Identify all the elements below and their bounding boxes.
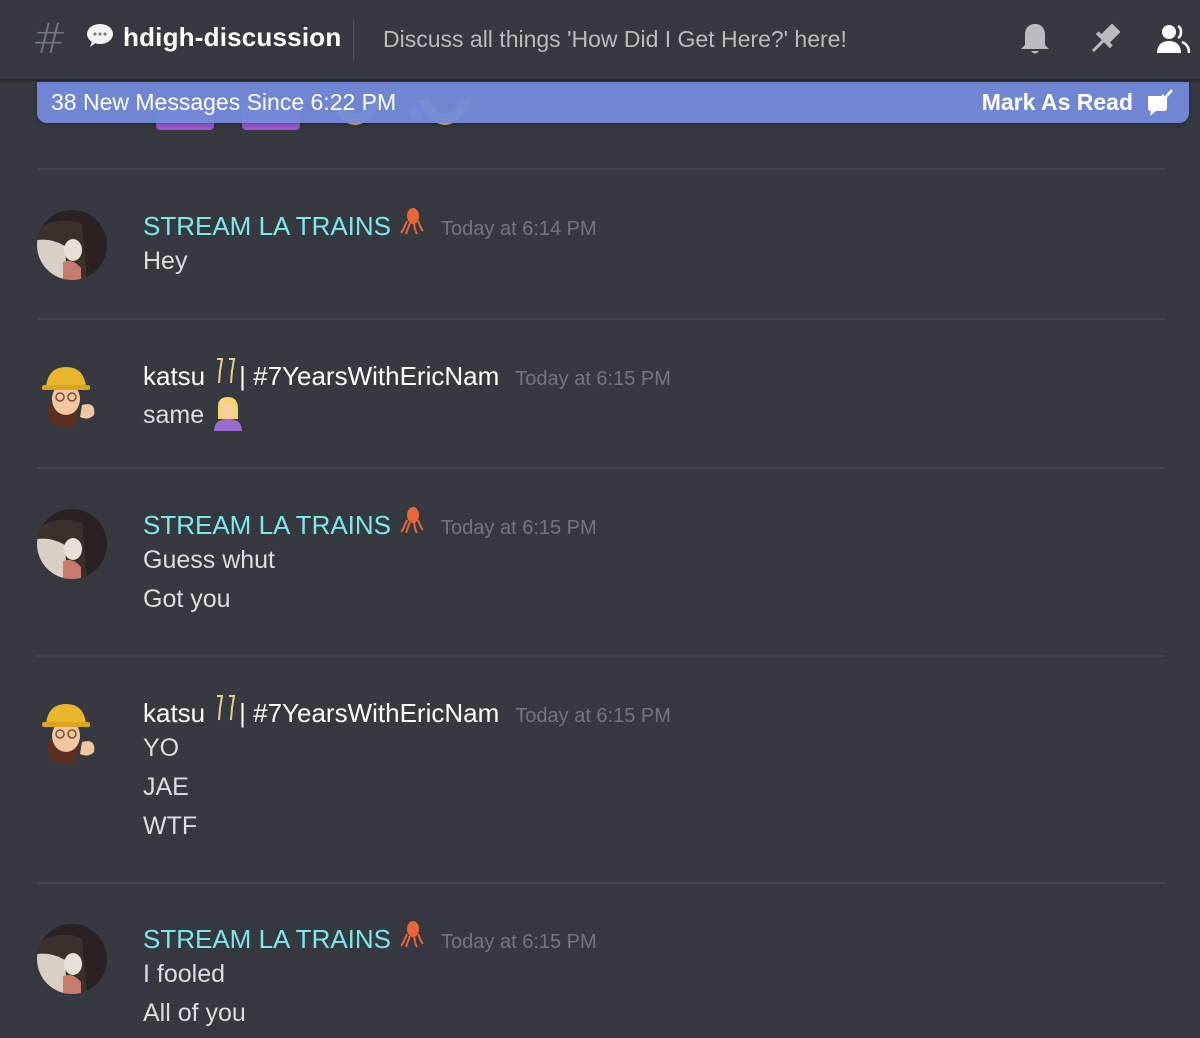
message-header: STREAM LA TRAINS Today at 6:15 PM — [143, 920, 597, 955]
channel-topic[interactable]: Discuss all things 'How Did I Get Here?'… — [383, 26, 847, 53]
champagne-glasses-icon — [217, 695, 236, 721]
message-divider — [37, 467, 1165, 469]
new-messages-banner[interactable]: 38 New Messages Since 6:22 PM Mark As Re… — [37, 82, 1189, 123]
new-messages-text[interactable]: 38 New Messages Since 6:22 PM — [51, 89, 396, 116]
bell-icon[interactable] — [1016, 20, 1054, 58]
username[interactable]: STREAM LA TRAINS — [143, 510, 391, 541]
message-text: All of you — [143, 999, 246, 1027]
username[interactable]: STREAM LA TRAINS — [143, 211, 391, 242]
squid-icon — [400, 507, 424, 534]
message-header: STREAM LA TRAINS Today at 6:14 PM — [143, 207, 597, 242]
avatar[interactable] — [37, 210, 107, 280]
timestamp: Today at 6:15 PM — [515, 705, 671, 727]
username[interactable]: katsu — [143, 698, 205, 729]
hash-icon: # — [32, 14, 68, 63]
avatar[interactable] — [38, 702, 100, 764]
message-text: JAE — [143, 773, 189, 801]
message-divider — [37, 168, 1165, 170]
channel-header: # hdigh-discussion Discuss all things 'H… — [0, 0, 1200, 80]
mark-as-read-button[interactable]: Mark As Read — [981, 88, 1173, 117]
members-icon[interactable] — [1154, 20, 1192, 58]
squid-icon — [400, 208, 424, 235]
message-text: WTF — [143, 812, 198, 840]
timestamp: Today at 6:15 PM — [441, 517, 597, 539]
message-text: same — [143, 397, 243, 431]
message-header: katsu | #7YearsWithEricNam Today at 6:15… — [143, 694, 671, 729]
avatar[interactable] — [38, 365, 100, 427]
username[interactable]: STREAM LA TRAINS — [143, 924, 391, 955]
message-text: Hey — [143, 247, 188, 275]
squid-icon — [400, 921, 424, 948]
message-text-content: same — [143, 401, 205, 429]
timestamp: Today at 6:15 PM — [515, 368, 671, 390]
message-header: katsu | #7YearsWithEricNam Today at 6:15… — [143, 357, 671, 392]
message-divider — [37, 882, 1165, 884]
avatar[interactable] — [37, 924, 107, 994]
speech-bubble-icon — [87, 24, 113, 47]
message-divider — [37, 655, 1165, 657]
message-text: I fooled — [143, 960, 226, 988]
champagne-glasses-icon — [217, 358, 236, 384]
username[interactable]: katsu — [143, 361, 205, 392]
timestamp: Today at 6:14 PM — [441, 218, 597, 240]
username-suffix[interactable]: | #7YearsWithEricNam — [239, 698, 499, 729]
mark-read-icon — [1148, 88, 1173, 116]
header-divider — [353, 20, 354, 60]
message-header: STREAM LA TRAINS Today at 6:15 PM — [143, 506, 597, 541]
channel-name: hdigh-discussion — [123, 22, 342, 52]
avatar[interactable] — [37, 509, 107, 579]
mark-as-read-label: Mark As Read — [981, 89, 1133, 115]
pin-icon[interactable] — [1086, 20, 1124, 58]
timestamp: Today at 6:15 PM — [441, 931, 597, 953]
message-divider — [37, 318, 1165, 320]
message-text: Guess whut — [143, 546, 276, 574]
message-text: Got you — [143, 585, 231, 613]
username-suffix[interactable]: | #7YearsWithEricNam — [239, 361, 499, 392]
facepalm-icon — [214, 397, 243, 431]
message-text: YO — [143, 734, 180, 762]
